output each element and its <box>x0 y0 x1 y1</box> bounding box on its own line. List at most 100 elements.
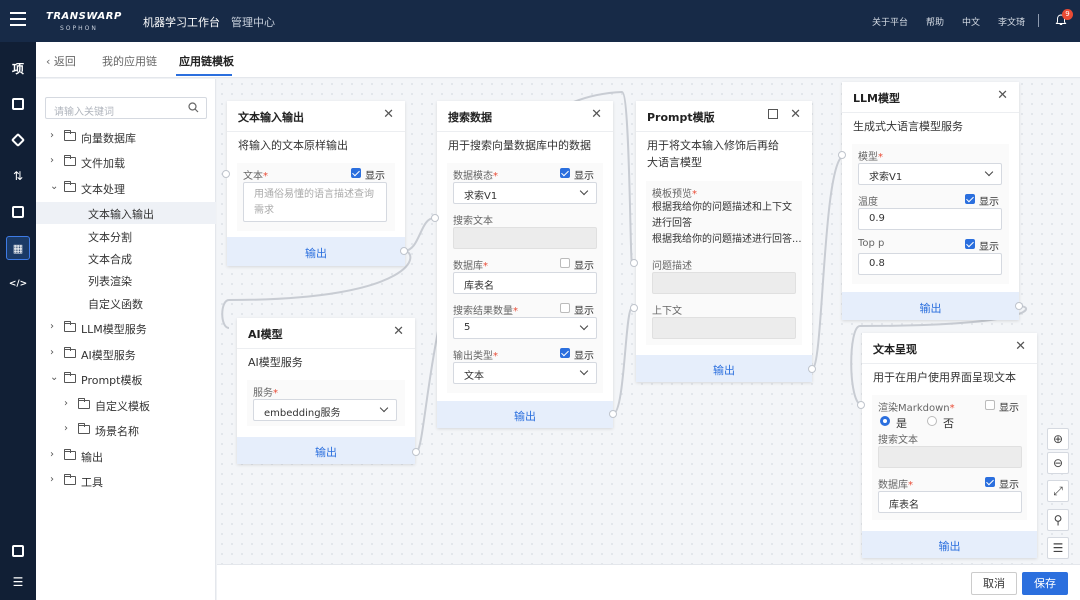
tree-item[interactable]: 自定义函数 <box>36 292 216 314</box>
show-checkbox[interactable] <box>351 168 361 178</box>
nav-language[interactable]: 中文 <box>962 15 980 28</box>
db-input[interactable]: 库表名 <box>453 272 597 294</box>
chevron-down-icon[interactable]: ⌄ <box>50 181 58 192</box>
node-prompt-template[interactable]: Prompt模版 ✕ 用于将文本输入修饰后再给 大语言模型 模板预览* 根据我给… <box>636 101 812 382</box>
output-bar[interactable]: 输出 <box>636 355 812 382</box>
output-port[interactable] <box>808 365 816 373</box>
camera-icon[interactable] <box>6 539 30 563</box>
zoom-in-icon[interactable]: ⊕ <box>1047 428 1069 450</box>
input-port[interactable] <box>857 401 865 409</box>
input-port[interactable] <box>431 214 439 222</box>
output-port[interactable] <box>412 448 420 456</box>
db-input[interactable]: 库表名 <box>878 491 1022 513</box>
output-bar[interactable]: 输出 <box>237 437 415 464</box>
tree-item[interactable]: 文本输入输出 <box>36 202 216 224</box>
tree-item[interactable]: › 输出 <box>36 445 216 467</box>
show-checkbox[interactable] <box>965 239 975 249</box>
collapse-menu-icon[interactable]: ☰ <box>6 570 30 594</box>
context-input[interactable] <box>652 317 796 339</box>
tree-item[interactable]: › 自定义模板 <box>36 394 216 416</box>
show-checkbox[interactable] <box>965 194 975 204</box>
close-icon[interactable]: ✕ <box>790 107 801 122</box>
tree-item[interactable]: 列表渲染 <box>36 269 216 291</box>
top-p-input[interactable]: 0.8 <box>858 253 1002 275</box>
locate-icon[interactable]: ⚲ <box>1047 509 1069 531</box>
chevron-right-icon[interactable]: › <box>50 474 54 485</box>
close-icon[interactable]: ✕ <box>997 88 1008 103</box>
show-checkbox[interactable] <box>985 477 995 487</box>
question-input[interactable] <box>652 272 796 294</box>
show-checkbox[interactable] <box>985 400 995 410</box>
tab-app-chain-templates[interactable]: 应用链模板 <box>179 53 234 69</box>
show-checkbox[interactable] <box>560 258 570 268</box>
output-port[interactable] <box>609 410 617 418</box>
tree-item[interactable]: 文本分割 <box>36 225 216 247</box>
search-input[interactable]: 请输入关键词 <box>45 97 207 119</box>
nav-about[interactable]: 关于平台 <box>872 15 908 28</box>
search-text-input[interactable] <box>878 446 1022 468</box>
output-bar[interactable]: 输出 <box>862 531 1037 558</box>
chevron-right-icon[interactable]: › <box>50 347 54 358</box>
search-icon[interactable] <box>188 102 199 113</box>
close-icon[interactable]: ✕ <box>393 324 404 339</box>
cube-icon[interactable] <box>6 200 30 224</box>
show-checkbox[interactable] <box>560 348 570 358</box>
expand-icon[interactable] <box>768 109 778 119</box>
folder-icon[interactable] <box>6 92 30 116</box>
chevron-right-icon[interactable]: › <box>50 130 54 141</box>
cancel-button[interactable]: 取消 <box>971 572 1017 595</box>
hamburger-menu-icon[interactable] <box>10 12 26 30</box>
tab-my-app-chains[interactable]: 我的应用链 <box>102 53 157 69</box>
zoom-out-icon[interactable]: ⊖ <box>1047 452 1069 474</box>
user-name[interactable]: 李文琦 <box>998 15 1025 28</box>
temperature-input[interactable]: 0.9 <box>858 208 1002 230</box>
output-bar[interactable]: 输出 <box>227 237 405 266</box>
radio-no[interactable] <box>927 416 937 426</box>
tree-item[interactable]: › AI模型服务 <box>36 343 216 365</box>
output-port[interactable] <box>400 247 408 255</box>
nav-ml-workbench[interactable]: 机器学习工作台 <box>143 14 220 30</box>
output-bar[interactable]: 输出 <box>437 401 613 428</box>
input-port[interactable] <box>222 170 230 178</box>
transfer-icon[interactable]: ⇅ <box>6 164 30 188</box>
chevron-down-icon[interactable]: ⌄ <box>50 372 58 383</box>
tree-item[interactable]: › 文件加载 <box>36 151 216 173</box>
input-port[interactable] <box>630 304 638 312</box>
close-icon[interactable]: ✕ <box>1015 339 1026 354</box>
rail-project[interactable]: 项 <box>6 56 30 80</box>
output-bar[interactable]: 输出 <box>842 292 1019 320</box>
radio-yes[interactable] <box>880 416 890 426</box>
service-select[interactable]: embedding服务 <box>253 399 397 421</box>
tree-item[interactable]: › LLM模型服务 <box>36 317 216 339</box>
chevron-right-icon[interactable]: › <box>64 423 68 434</box>
close-icon[interactable]: ✕ <box>383 107 394 122</box>
save-button[interactable]: 保存 <box>1022 572 1068 595</box>
tree-item[interactable]: › 工具 <box>36 470 216 492</box>
text-textarea[interactable]: 用通俗易懂的语言描述查询 需求 <box>243 182 387 222</box>
model-select[interactable]: 求索V1 <box>858 163 1002 185</box>
node-text-io[interactable]: 文本输入输出 ✕ 将输入的文本原样输出 文本* 显示 用通俗易懂的语言描述查询 … <box>227 101 405 266</box>
tree-item[interactable]: › 向量数据库 <box>36 126 216 148</box>
nav-admin-center[interactable]: 管理中心 <box>231 14 275 30</box>
layers-icon[interactable] <box>6 128 30 152</box>
tree-item[interactable]: › 场景名称 <box>36 419 216 441</box>
show-checkbox[interactable] <box>560 303 570 313</box>
tree-item[interactable]: 文本合成 <box>36 247 216 269</box>
search-text-input[interactable] <box>453 227 597 249</box>
mode-select[interactable]: 求索V1 <box>453 182 597 204</box>
chevron-right-icon[interactable]: › <box>64 398 68 409</box>
node-ai-model[interactable]: AI模型 ✕ AI模型服务 服务* embedding服务 输出 <box>237 318 415 464</box>
fit-screen-icon[interactable]: ⤢ <box>1047 480 1069 502</box>
output-type-select[interactable]: 文本 <box>453 362 597 384</box>
show-checkbox[interactable] <box>560 168 570 178</box>
close-icon[interactable]: ✕ <box>591 107 602 122</box>
back-button[interactable]: ‹ 返回 <box>46 53 76 69</box>
node-search-data[interactable]: 搜索数据 ✕ 用于搜索向量数据库中的数据 数据模态* 显示 求索V1 搜索文本 … <box>437 101 613 428</box>
code-icon[interactable]: </> <box>6 272 30 296</box>
tree-item[interactable]: ⌄ Prompt模板 <box>36 368 216 390</box>
app-chain-icon[interactable]: ▦ <box>6 236 30 260</box>
node-llm-model[interactable]: LLM模型 ✕ 生成式大语言模型服务 模型* 求索V1 温度 显示 0.9 To… <box>842 82 1019 320</box>
nav-help[interactable]: 帮助 <box>926 15 944 28</box>
node-text-render[interactable]: 文本呈现 ✕ 用于在用户使用界面呈现文本 渲染Markdown* 显示 是 否 … <box>862 333 1037 558</box>
count-select[interactable]: 5 <box>453 317 597 339</box>
